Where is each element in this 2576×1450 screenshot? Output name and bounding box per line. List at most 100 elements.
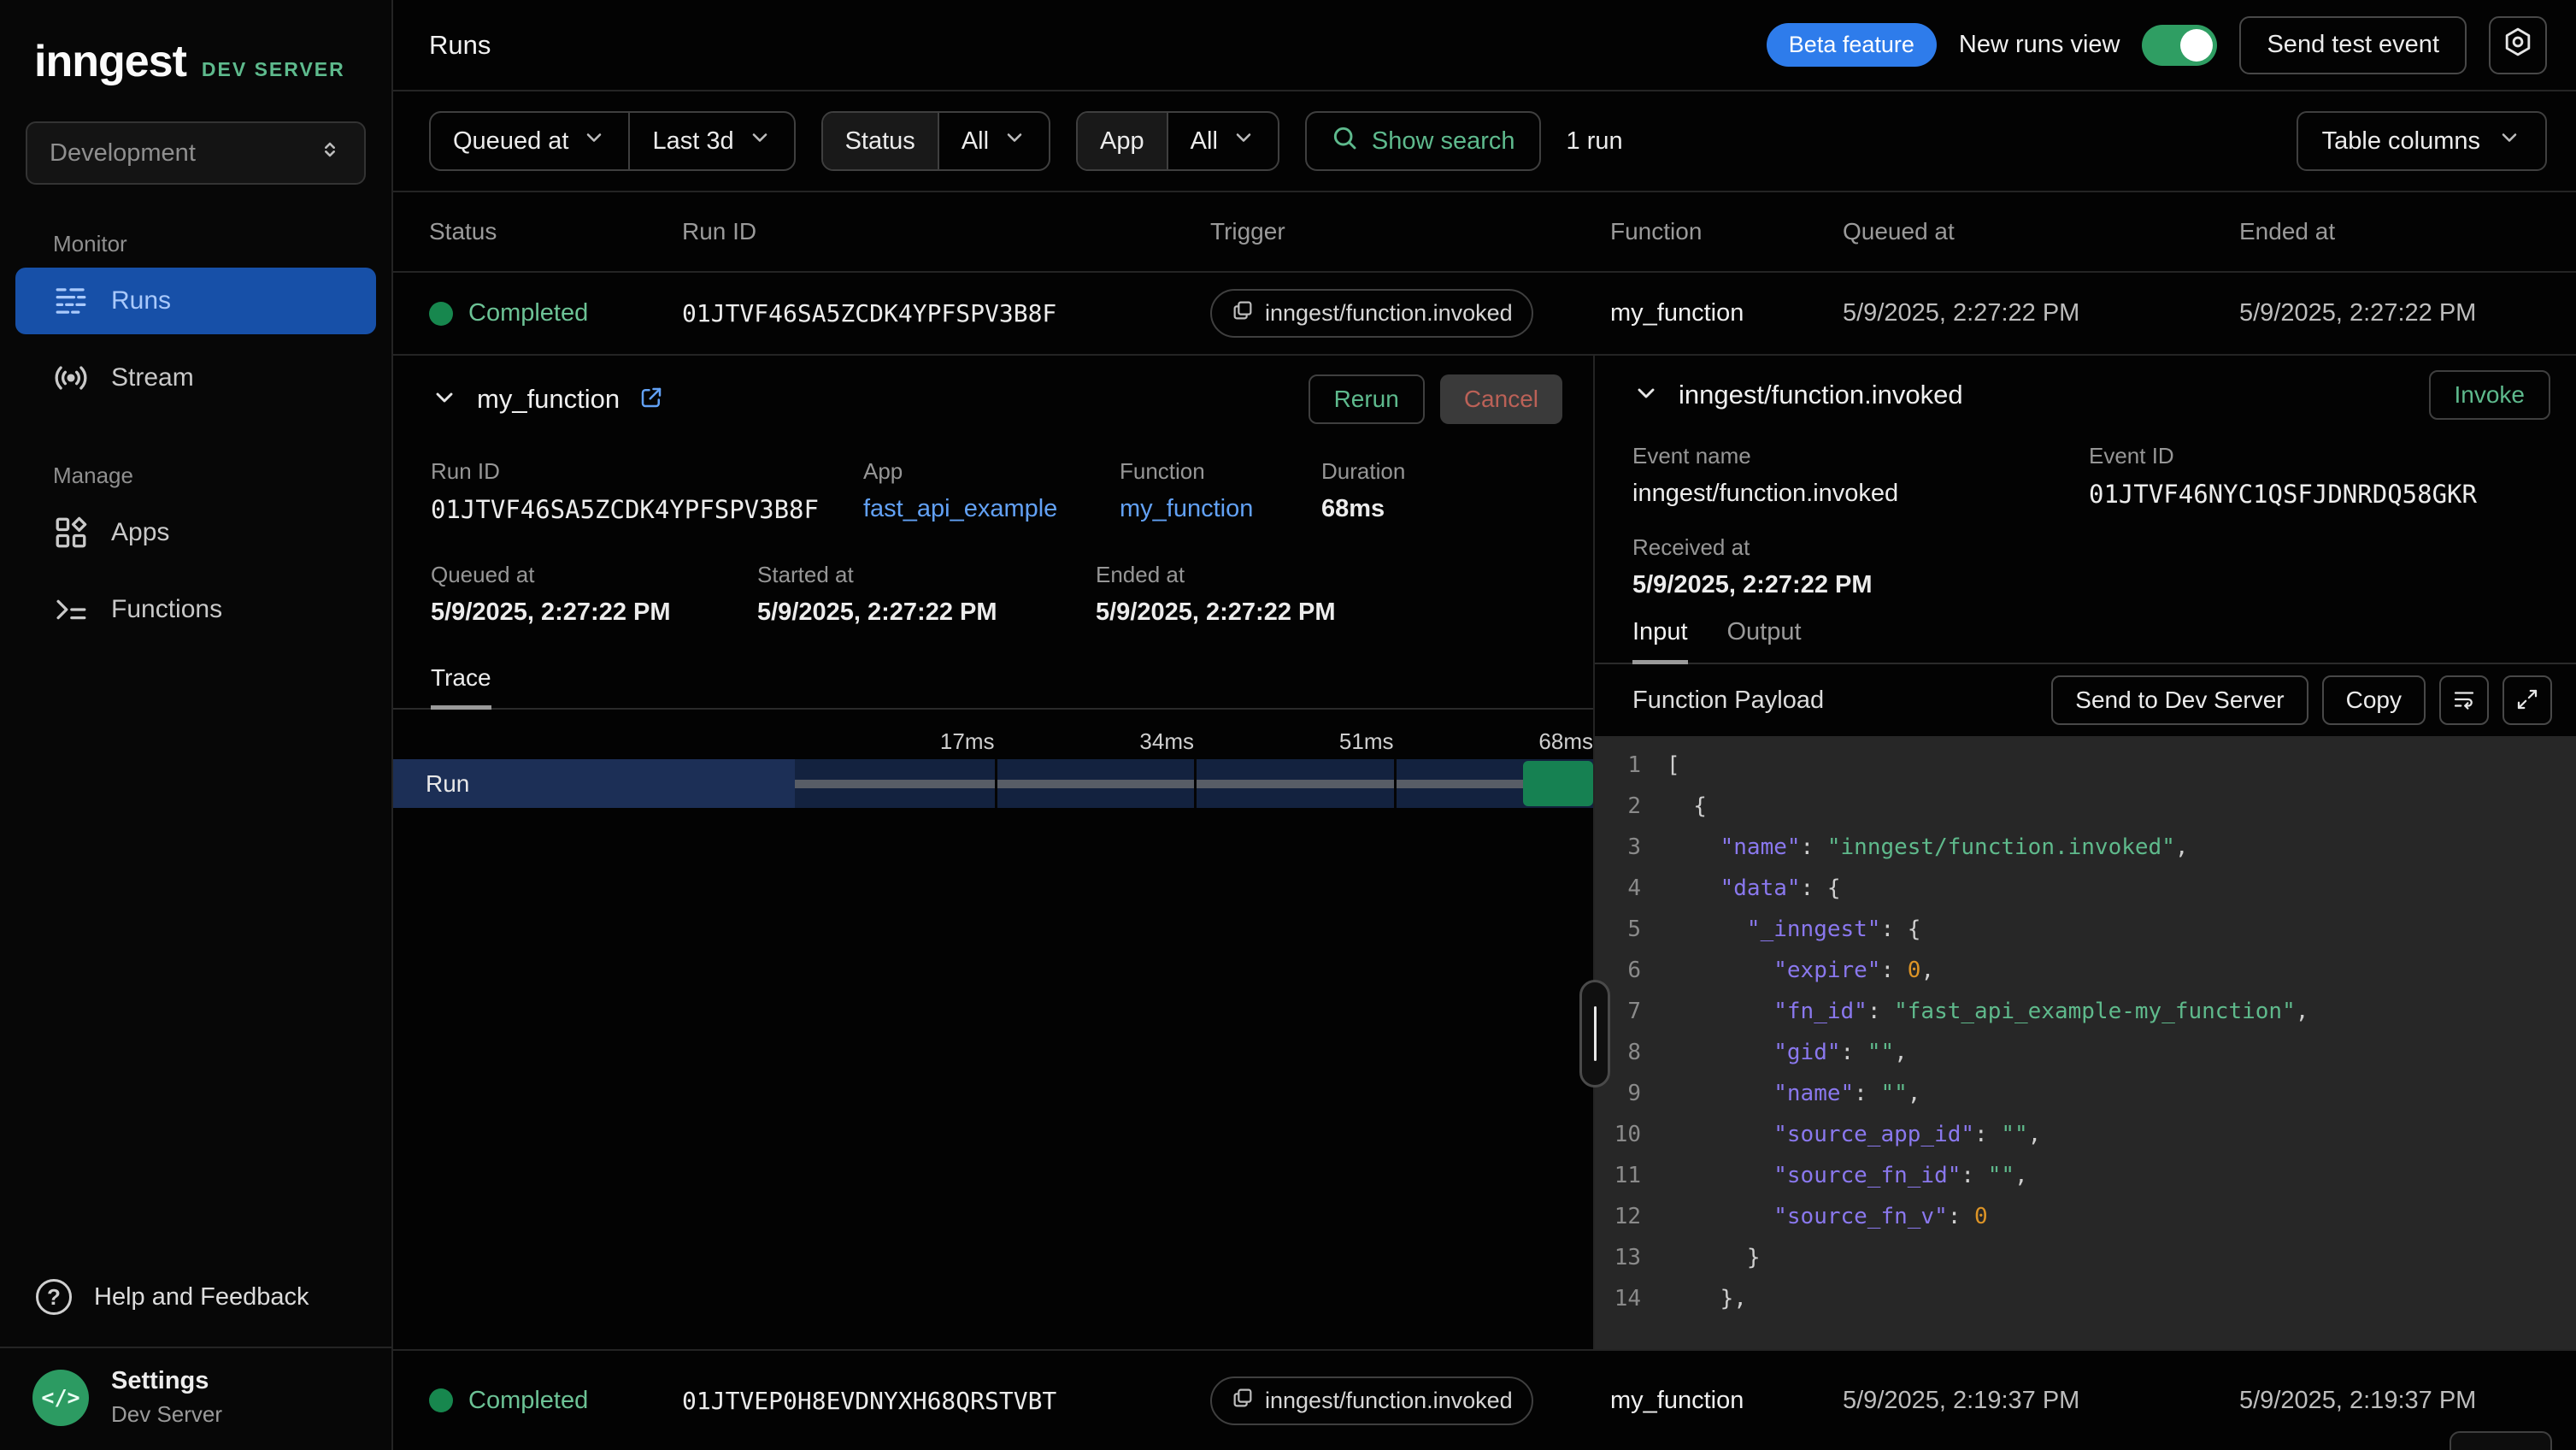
table-row[interactable]: Completed 01JTVEP0H8EVDNYXH68QRSTVBT inn… [393, 1349, 2576, 1450]
updown-chevron-icon [318, 138, 342, 168]
resize-grip-icon [1594, 1006, 1597, 1061]
line-number: 2 [1595, 793, 1667, 819]
trace-timeline [795, 759, 1593, 808]
trace-grid-line [995, 759, 997, 808]
trace-grid-line [1394, 759, 1397, 808]
settings-gear-button[interactable] [2489, 16, 2547, 74]
code-line: 11 "source_fn_id": "", [1595, 1155, 2576, 1196]
help-and-feedback[interactable]: ? Help and Feedback [0, 1256, 391, 1338]
column-header-status: Status [429, 218, 682, 245]
payload-actions: Send to Dev Server Copy [2051, 675, 2552, 725]
new-runs-view-label: New runs view [1959, 31, 2120, 59]
ended-at-field: Ended at 5/9/2025, 2:27:22 PM [1096, 562, 1556, 627]
run-info-grid: Run ID 01JTVF46SA5ZCDK4YPFSPV3B8F App fa… [393, 424, 1593, 524]
show-search-button[interactable]: Show search [1305, 111, 1541, 171]
function-link[interactable]: my_function [1120, 495, 1321, 523]
collapse-chevron-icon[interactable] [1632, 380, 1660, 411]
chevron-down-icon [582, 126, 606, 156]
search-icon [1331, 124, 1358, 158]
sidebar-item-stream[interactable]: Stream [15, 345, 376, 411]
run-detail-name: my_function [477, 384, 620, 415]
column-header-ended-at: Ended at [2239, 218, 2540, 245]
result-count: 1 run [1567, 127, 1623, 156]
trace-row-run[interactable]: Run [393, 759, 1593, 808]
send-test-event-button[interactable]: Send test event [2239, 16, 2467, 74]
app-filter-dropdown[interactable]: All [1167, 113, 1278, 169]
status-filter-dropdown[interactable]: All [938, 113, 1049, 169]
chevron-down-icon [2497, 126, 2521, 156]
status-filter-value: All [962, 127, 989, 156]
collapse-chevron-icon[interactable] [431, 384, 458, 416]
sidebar-spacer [0, 648, 391, 1256]
code-line: 7 "fn_id": "fast_api_example-my_function… [1595, 991, 2576, 1032]
code-line: 4 "data": { [1595, 868, 2576, 909]
page-title: Runs [429, 30, 491, 61]
rerun-button[interactable]: Rerun [1309, 374, 1425, 424]
code-line: 5 "_inngest": { [1595, 909, 2576, 950]
expand-button[interactable] [2502, 675, 2552, 725]
run-actions: Rerun Cancel [1309, 374, 1562, 424]
stream-icon [53, 360, 89, 396]
panel-resize-handle[interactable] [1579, 980, 1610, 1088]
table-columns-button[interactable]: Table columns [2297, 111, 2547, 171]
run-id-value: 01JTVF46SA5ZCDK4YPFSPV3B8F [431, 495, 863, 524]
gear-icon [2502, 26, 2534, 65]
app-filter: App All [1076, 111, 1279, 171]
time-range-value: Last 3d [652, 127, 733, 156]
line-number: 11 [1595, 1163, 1667, 1188]
received-at-field: Received at 5/9/2025, 2:27:22 PM [1595, 509, 2576, 599]
workspace-select[interactable]: Development [26, 121, 366, 185]
code-line: 2 { [1595, 786, 2576, 827]
new-runs-view-toggle[interactable] [2142, 25, 2217, 66]
code-line: 14 }, [1595, 1278, 2576, 1319]
code-line: 10 "source_app_id": "", [1595, 1114, 2576, 1155]
settings-subtitle: Dev Server [111, 1401, 222, 1428]
event-name-field: Event name inngest/function.invoked [1632, 443, 2089, 509]
line-number: 14 [1595, 1286, 1667, 1311]
time-field-dropdown[interactable]: Queued at [431, 113, 628, 169]
code-line: 6 "expire": 0, [1595, 950, 2576, 991]
run-id-field: Run ID 01JTVF46SA5ZCDK4YPFSPV3B8F [431, 458, 863, 524]
bottom-right-button-partial[interactable] [2450, 1431, 2552, 1450]
sidebar-item-functions[interactable]: Functions [15, 576, 376, 643]
tab-output[interactable]: Output [1727, 618, 1802, 663]
cancel-button[interactable]: Cancel [1440, 374, 1562, 424]
code-line: 9 "name": "", [1595, 1073, 2576, 1114]
sidebar-item-runs[interactable]: Runs [15, 268, 376, 334]
tab-input[interactable]: Input [1632, 618, 1688, 664]
run-status: Completed [429, 299, 682, 327]
invoke-button[interactable]: Invoke [2429, 370, 2551, 420]
event-info-grid: Event name inngest/function.invoked Even… [1595, 419, 2576, 509]
code-lines: 1[2 {3 "name": "inngest/function.invoked… [1595, 745, 2576, 1319]
sidebar-item-functions-label: Functions [111, 595, 222, 624]
send-to-dev-server-button[interactable]: Send to Dev Server [2051, 675, 2308, 725]
settings-row[interactable]: </> Settings Dev Server [0, 1347, 391, 1450]
time-field-filter: Queued at Last 3d [429, 111, 796, 171]
copy-button[interactable]: Copy [2322, 675, 2426, 725]
app-link[interactable]: fast_api_example [863, 495, 1120, 523]
tab-trace[interactable]: Trace [431, 664, 491, 710]
app-filter-value: All [1191, 127, 1218, 156]
sidebar-item-apps[interactable]: Apps [15, 499, 376, 566]
trigger-badge[interactable]: inngest/function.invoked [1210, 1376, 1533, 1425]
table-row[interactable]: Completed 01JTVF46SA5ZCDK4YPFSPV3B8F inn… [393, 273, 2576, 356]
event-title: inngest/function.invoked [1679, 380, 1963, 410]
run-queued-at: 5/9/2025, 2:27:22 PM [1843, 299, 2239, 327]
line-number: 4 [1595, 875, 1667, 901]
filter-bar: Queued at Last 3d Status All [393, 91, 2576, 192]
word-wrap-button[interactable] [2439, 675, 2489, 725]
payload-code-editor[interactable]: 1[2 {3 "name": "inngest/function.invoked… [1595, 736, 2576, 1349]
run-function: my_function [1610, 299, 1843, 327]
dev-server-avatar: </> [32, 1370, 89, 1426]
table-header: Status Run ID Trigger Function Queued at… [393, 192, 2576, 273]
sidebar-item-apps-label: Apps [111, 518, 169, 547]
time-range-dropdown[interactable]: Last 3d [628, 113, 793, 169]
help-label: Help and Feedback [94, 1283, 309, 1311]
topbar: Runs Beta feature New runs view Send tes… [393, 0, 2576, 91]
run-status: Completed [429, 1387, 682, 1415]
event-detail-panel: inngest/function.invoked Invoke Event na… [1595, 356, 2576, 1349]
help-icon: ? [36, 1279, 72, 1315]
trigger-badge[interactable]: inngest/function.invoked [1210, 289, 1533, 338]
external-link-icon[interactable] [638, 385, 664, 415]
payload-title: Function Payload [1632, 687, 1824, 715]
